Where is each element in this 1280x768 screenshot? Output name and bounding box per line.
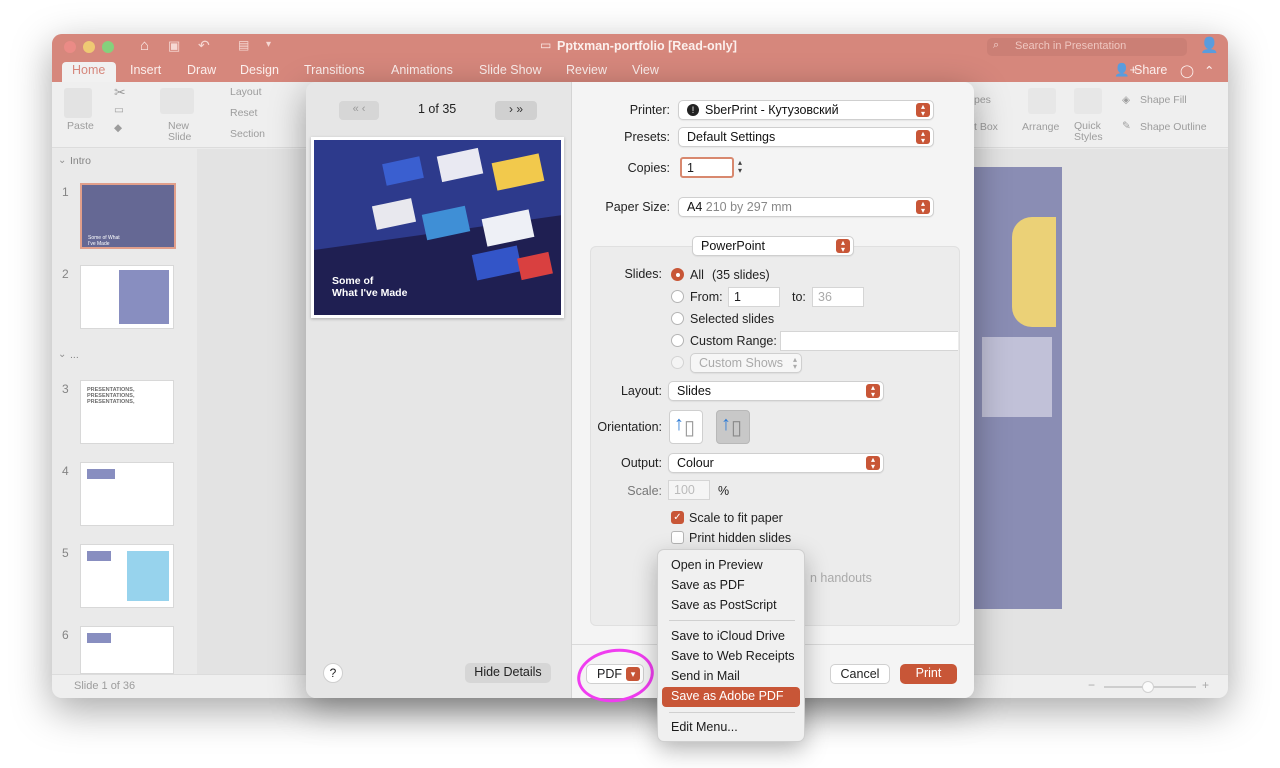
slide-preview-image: Some of What I've Made <box>314 140 561 315</box>
landscape-page-icon: ▯ <box>731 417 743 439</box>
copies-label: Copies: <box>627 161 670 175</box>
layout-select[interactable]: Slides ▴ ▾ <box>668 381 884 401</box>
menu-item-edit-menu[interactable]: Edit Menu... <box>671 720 738 734</box>
app-section-select[interactable]: PowerPoint ▴ ▾ <box>692 236 854 256</box>
copies-stepper-icon[interactable]: ▴ ▾ <box>738 159 742 175</box>
slides-all-radio[interactable] <box>671 268 684 281</box>
print-hidden-checkbox[interactable] <box>671 531 684 544</box>
preview-caption-line1: Some of <box>332 275 374 287</box>
selected-slides-label[interactable]: Selected slides <box>690 312 774 326</box>
preview-page-indicator: 1 of 35 <box>418 102 457 116</box>
menu-item-open-in-preview[interactable]: Open in Preview <box>671 558 763 572</box>
paper-size-dimensions: 210 by 297 mm <box>705 200 792 214</box>
next-last-page-buttons[interactable]: › » <box>495 101 537 120</box>
slides-to-label: to: <box>792 290 806 304</box>
preview-card <box>517 251 553 281</box>
next-page-icon[interactable]: › <box>509 102 513 116</box>
custom-range-label[interactable]: Custom Range: <box>690 334 777 348</box>
custom-range-radio[interactable] <box>671 334 684 347</box>
paper-size-stepper-icon: ▴ ▾ <box>916 200 930 215</box>
presets-select[interactable]: Default Settings ▴ ▾ <box>678 127 934 147</box>
custom-range-input[interactable] <box>780 331 958 351</box>
presets-stepper-icon: ▴ ▾ <box>916 130 930 145</box>
slides-from-input[interactable]: 1 <box>728 287 780 307</box>
layout-value: Slides <box>677 384 712 398</box>
presets-label: Presets: <box>624 130 670 144</box>
output-stepper-icon: ▴ ▾ <box>866 456 880 471</box>
layout-label: Layout: <box>620 384 662 398</box>
first-prev-page-buttons[interactable]: « ‹ <box>339 101 379 120</box>
menu-item-save-to-web-receipts[interactable]: Save to Web Receipts <box>671 649 794 663</box>
portrait-page-icon: ▯ <box>684 417 696 439</box>
last-page-icon[interactable]: » <box>516 102 523 116</box>
app-section-stepper-icon: ▴ ▾ <box>836 239 850 254</box>
paper-size-value: A4 <box>687 200 703 214</box>
preview-card <box>471 245 523 281</box>
portrait-orientation-button[interactable]: ↑ ▯ <box>669 410 703 444</box>
print-button[interactable]: Print <box>900 664 957 684</box>
print-hidden-label[interactable]: Print hidden slides <box>689 531 791 545</box>
output-value: Colour <box>677 456 714 470</box>
landscape-orientation-button[interactable]: ↑ ▯ <box>716 410 750 444</box>
menu-item-save-to-icloud[interactable]: Save to iCloud Drive <box>671 629 785 643</box>
printer-value: SberPrint - Кутузовский <box>705 103 839 117</box>
menu-separator <box>669 712 795 713</box>
paper-size-label: Paper Size: <box>605 200 670 214</box>
menu-item-save-as-postscript[interactable]: Save as PostScript <box>671 598 777 612</box>
layout-stepper-icon: ▴ ▾ <box>866 384 880 399</box>
printer-select[interactable]: ! SberPrint - Кутузовский ▴ ▾ <box>678 100 934 120</box>
pdf-dropdown-menu: Open in Preview Save as PDF Save as Post… <box>657 549 805 742</box>
prev-page-icon[interactable]: ‹ <box>362 103 366 115</box>
slides-label: Slides: <box>624 267 662 281</box>
preview-caption-line2: What I've Made <box>332 287 408 299</box>
printer-warning-icon: ! <box>687 104 699 116</box>
portrait-arrow-icon: ↑ <box>674 413 684 435</box>
output-select[interactable]: Colour ▴ ▾ <box>668 453 884 473</box>
slides-to-input[interactable]: 36 <box>812 287 864 307</box>
paper-size-select[interactable]: A4 210 by 297 mm ▴ ▾ <box>678 197 934 217</box>
printer-stepper-icon: ▴ ▾ <box>916 103 930 118</box>
help-button[interactable]: ? <box>323 663 343 683</box>
menu-item-save-as-pdf[interactable]: Save as PDF <box>671 578 745 592</box>
custom-shows-radio[interactable] <box>671 356 684 369</box>
orientation-label: Orientation: <box>597 420 662 434</box>
selected-slides-radio[interactable] <box>671 312 684 325</box>
slides-from-label[interactable]: From: <box>690 290 723 304</box>
slide-preview: Some of What I've Made <box>311 137 564 318</box>
scale-input[interactable]: 100 <box>668 480 710 500</box>
first-page-icon[interactable]: « <box>353 103 359 115</box>
hide-details-button[interactable]: Hide Details <box>465 663 551 683</box>
slides-from-radio[interactable] <box>671 290 684 303</box>
scale-label: Scale: <box>627 484 662 498</box>
menu-item-save-as-adobe-pdf[interactable]: Save as Adobe PDF <box>671 689 784 703</box>
handouts-option-label: n handouts <box>810 571 872 585</box>
copies-input[interactable]: 1 <box>680 157 734 178</box>
landscape-arrow-icon: ↑ <box>721 413 731 435</box>
app-section-value: PowerPoint <box>701 239 765 253</box>
menu-separator <box>669 620 795 621</box>
cancel-button[interactable]: Cancel <box>830 664 890 684</box>
slides-all-label[interactable]: All <box>690 268 704 282</box>
printer-label: Printer: <box>629 103 670 117</box>
scale-to-fit-checkbox[interactable]: ✓ <box>671 511 684 524</box>
custom-shows-select[interactable]: Custom Shows ▴ ▾ <box>690 353 802 373</box>
print-dialog: « ‹ 1 of 35 › » Some of What I've Made P… <box>306 82 974 698</box>
scale-to-fit-label[interactable]: Scale to fit paper <box>689 511 783 525</box>
preview-panel: « ‹ 1 of 35 › » Some of What I've Made <box>306 82 572 698</box>
custom-shows-stepper-icon: ▴ ▾ <box>792 355 797 371</box>
menu-item-send-in-mail[interactable]: Send in Mail <box>671 669 740 683</box>
slides-all-count: (35 slides) <box>712 268 770 282</box>
custom-shows-value: Custom Shows <box>699 356 784 370</box>
presets-value: Default Settings <box>687 130 776 144</box>
output-label: Output: <box>621 456 662 470</box>
scale-unit: % <box>718 484 730 498</box>
